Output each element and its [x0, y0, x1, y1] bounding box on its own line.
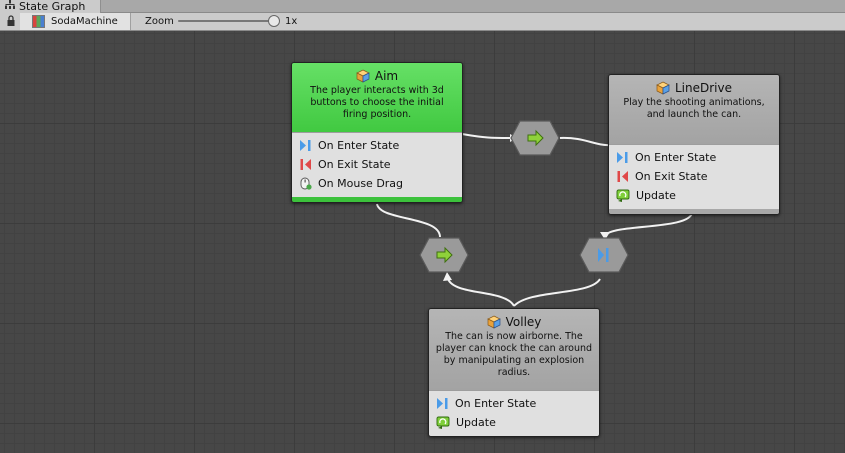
state-node-linedrive[interactable]: LineDrive Play the shooting animations, … — [608, 74, 780, 215]
state-events: On Enter State On Exit State On Mouse Dr… — [292, 132, 462, 197]
edge-linedrive-to-volley-in — [604, 211, 693, 238]
event-label: Update — [636, 189, 676, 202]
state-events: On Enter State On Exit State Update — [609, 144, 779, 209]
transition-aim-to-linedrive[interactable] — [510, 120, 560, 156]
graph-asset-icon — [32, 15, 45, 28]
edge-aim-to-linedrive-out — [559, 136, 611, 147]
breadcrumb-sodamachine[interactable]: SodaMachine — [20, 13, 131, 30]
state-cube-icon — [656, 81, 670, 95]
edge-arrowhead — [443, 272, 452, 281]
state-title: LineDrive — [675, 81, 732, 95]
event-label: On Enter State — [318, 139, 400, 152]
state-header: Aim The player interacts with 3d buttons… — [292, 63, 462, 132]
transition-aim-to-volley[interactable] — [419, 237, 469, 273]
zoom-slider[interactable] — [178, 20, 273, 22]
graph-canvas[interactable]: Aim The player interacts with 3d buttons… — [0, 31, 845, 453]
enter-state-icon — [300, 140, 311, 151]
zoom-slider-thumb[interactable] — [268, 15, 280, 27]
update-icon — [436, 416, 450, 429]
event-on-exit-state[interactable]: On Exit State — [609, 167, 779, 186]
toolbar: SodaMachine Zoom 1x — [0, 13, 845, 31]
event-on-mouse-drag[interactable]: On Mouse Drag — [292, 174, 462, 193]
event-label: On Enter State — [455, 397, 537, 410]
exit-state-icon — [300, 159, 311, 170]
state-header: Volley The can is now airborne. The play… — [429, 309, 599, 390]
state-description: Play the shooting animations, and launch… — [623, 97, 765, 120]
state-header: LineDrive Play the shooting animations, … — [609, 75, 779, 144]
event-on-enter-state[interactable]: On Enter State — [429, 394, 599, 413]
event-on-enter-state[interactable]: On Enter State — [292, 136, 462, 155]
enter-state-icon — [617, 152, 628, 163]
transition-linedrive-to-volley[interactable] — [579, 237, 629, 273]
state-events: On Enter State Update — [429, 390, 599, 436]
tab-state-graph[interactable]: State Graph — [0, 0, 101, 13]
window-tab-strip: State Graph — [0, 0, 845, 13]
enter-state-icon — [437, 398, 448, 409]
event-label: On Exit State — [318, 158, 391, 171]
state-title: Volley — [505, 315, 542, 329]
zoom-value: 1x — [285, 16, 298, 27]
edge-aim-to-volley-out — [447, 278, 515, 307]
state-description: The player interacts with 3d buttons to … — [310, 85, 444, 120]
edge-linedrive-to-volley-out — [513, 278, 601, 307]
update-icon — [616, 189, 630, 202]
event-update[interactable]: Update — [609, 186, 779, 205]
edge-aim-to-linedrive-in — [461, 133, 511, 139]
state-title: Aim — [374, 69, 399, 83]
state-cube-icon — [356, 69, 370, 83]
exit-state-icon — [617, 171, 628, 182]
event-label: On Enter State — [635, 151, 717, 164]
state-node-aim[interactable]: Aim The player interacts with 3d buttons… — [291, 62, 463, 203]
edge-aim-to-volley-in — [376, 203, 441, 238]
tab-title: State Graph — [19, 0, 86, 13]
lock-icon[interactable] — [7, 15, 15, 27]
state-cube-icon — [486, 315, 501, 329]
state-description: The can is now airborne. The player can … — [435, 331, 593, 378]
event-update[interactable]: Update — [429, 413, 599, 432]
graph-icon — [5, 0, 15, 13]
event-on-enter-state[interactable]: On Enter State — [609, 148, 779, 167]
event-label: On Mouse Drag — [318, 177, 404, 190]
event-label: On Exit State — [635, 170, 708, 183]
state-node-volley[interactable]: Volley The can is now airborne. The play… — [428, 308, 600, 437]
breadcrumb-label: SodaMachine — [51, 16, 118, 27]
mouse-drag-icon — [300, 177, 312, 190]
event-label: Update — [456, 416, 496, 429]
zoom-label: Zoom — [145, 16, 174, 27]
event-on-exit-state[interactable]: On Exit State — [292, 155, 462, 174]
